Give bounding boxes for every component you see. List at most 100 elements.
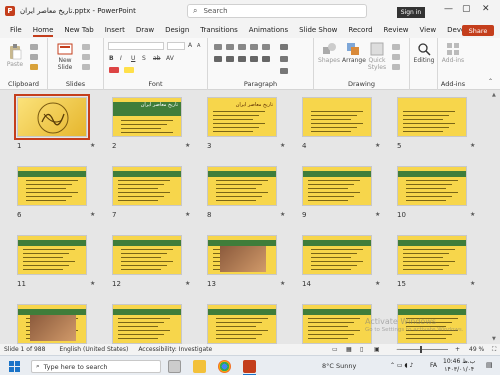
slide-thumbnail[interactable]: تاریخ معاصر ایران <box>112 97 182 137</box>
search-box[interactable]: ⌕ Search <box>187 4 367 18</box>
editing-button[interactable]: Editing <box>412 42 436 64</box>
transition-star-icon[interactable]: ★ <box>375 211 380 218</box>
notification-icon[interactable]: ▤ <box>486 361 493 369</box>
slide-thumbnail[interactable] <box>207 304 277 344</box>
menu-draw[interactable]: Draw <box>136 26 154 34</box>
underline-button[interactable]: U <box>131 55 135 62</box>
numbering-icon[interactable] <box>226 44 234 50</box>
transition-star-icon[interactable]: ★ <box>470 142 475 149</box>
slide-thumbnail[interactable] <box>302 97 372 137</box>
slide-thumbnail[interactable] <box>112 166 182 206</box>
bold-button[interactable]: B <box>109 55 114 62</box>
scroll-up-icon[interactable]: ▲ <box>492 92 496 98</box>
taskbar-search[interactable]: ⌕ Type here to search <box>31 360 161 373</box>
highlight-icon[interactable] <box>124 67 134 73</box>
font-size-combo[interactable] <box>167 42 185 50</box>
font-name-combo[interactable] <box>108 42 164 50</box>
char-spacing-button[interactable]: AV <box>166 55 174 62</box>
transition-star-icon[interactable]: ★ <box>280 280 285 287</box>
zoom-level[interactable]: 49 % <box>469 346 484 353</box>
menu-review[interactable]: Review <box>384 26 409 34</box>
powerpoint-taskbar-icon[interactable] <box>243 360 256 373</box>
zoom-slider-thumb[interactable] <box>420 346 422 353</box>
transition-star-icon[interactable]: ★ <box>375 142 380 149</box>
shapes-button[interactable]: Shapes <box>318 42 340 64</box>
reading-view-icon[interactable]: ▯ <box>360 346 363 353</box>
transition-star-icon[interactable]: ★ <box>280 142 285 149</box>
slide-thumbnail[interactable] <box>17 235 87 275</box>
reset-icon[interactable] <box>82 54 90 60</box>
zoom-in-icon[interactable]: + <box>455 346 460 353</box>
copy-icon[interactable] <box>30 54 38 60</box>
line-spacing-icon[interactable] <box>262 44 270 50</box>
menu-view[interactable]: View <box>420 26 437 34</box>
increase-indent-icon[interactable] <box>250 44 258 50</box>
fit-window-icon[interactable]: ⛶ <box>492 346 496 354</box>
menu-insert[interactable]: Insert <box>105 26 125 34</box>
accessibility-status[interactable]: Accessibility: Investigate <box>138 346 212 353</box>
transition-star-icon[interactable]: ★ <box>90 280 95 287</box>
keyboard-language[interactable]: FA <box>430 362 437 369</box>
strikethrough-button[interactable]: S <box>142 55 146 62</box>
justify-icon[interactable] <box>250 56 258 62</box>
slide-thumbnail[interactable] <box>397 235 467 275</box>
file-explorer-icon[interactable] <box>193 360 206 373</box>
smartart-icon[interactable] <box>280 68 288 74</box>
slide-thumbnail[interactable] <box>17 304 87 344</box>
shape-effects-icon[interactable] <box>392 64 400 70</box>
transition-star-icon[interactable]: ★ <box>90 142 95 149</box>
strike-ab-button[interactable]: ab <box>153 55 161 62</box>
language-status[interactable]: English (United States) <box>59 346 128 353</box>
menu-design[interactable]: Design <box>165 26 189 34</box>
clock[interactable]: 10:46 ب.ظ ۱۴۰۳/۰۱/۰۴ <box>443 358 475 374</box>
slide-thumbnail[interactable] <box>397 97 467 137</box>
maximize-button[interactable]: ▢ <box>462 4 471 14</box>
slide-thumbnail[interactable] <box>397 166 467 206</box>
font-color-icon[interactable] <box>109 67 119 73</box>
layout-icon[interactable] <box>82 44 90 50</box>
quick-styles-button[interactable]: Quick Styles <box>366 42 388 71</box>
transition-star-icon[interactable]: ★ <box>470 211 475 218</box>
vertical-scrollbar[interactable]: ▲ ▼ <box>492 92 498 342</box>
menu-home[interactable]: Home <box>32 26 53 37</box>
menu-new-tab[interactable]: New Tab <box>64 26 93 34</box>
cut-icon[interactable] <box>30 44 38 50</box>
sign-in-button[interactable]: Sign in <box>397 7 425 18</box>
zoom-slider[interactable] <box>400 349 448 350</box>
shrink-font-button[interactable]: A <box>197 43 200 49</box>
slide-thumbnail[interactable]: تاریخ معاصر ایران <box>207 97 277 137</box>
menu-animations[interactable]: Animations <box>249 26 288 34</box>
arrange-button[interactable]: Arrange <box>342 42 366 64</box>
align-right-icon[interactable] <box>238 56 246 62</box>
transition-star-icon[interactable]: ★ <box>185 280 190 287</box>
grow-font-button[interactable]: A <box>188 42 192 49</box>
align-left-icon[interactable] <box>214 56 222 62</box>
slide-thumbnail[interactable] <box>207 235 277 275</box>
italic-button[interactable]: I <box>120 55 122 62</box>
slide-thumbnail[interactable] <box>302 235 372 275</box>
addins-button[interactable]: Add-ins <box>441 42 465 64</box>
new-slide-button[interactable]: New Slide <box>54 42 76 71</box>
transition-star-icon[interactable]: ★ <box>90 211 95 218</box>
align-center-icon[interactable] <box>226 56 234 62</box>
close-button[interactable]: ✕ <box>482 4 490 14</box>
section-icon[interactable] <box>82 64 90 70</box>
menu-record[interactable]: Record <box>348 26 372 34</box>
transition-star-icon[interactable]: ★ <box>470 280 475 287</box>
chrome-icon[interactable] <box>218 360 231 373</box>
slide-thumbnail[interactable] <box>302 166 372 206</box>
align-text-icon[interactable] <box>280 56 288 62</box>
bullets-icon[interactable] <box>214 44 222 50</box>
transition-star-icon[interactable]: ★ <box>185 142 190 149</box>
weather-widget[interactable]: 8°C Sunny <box>322 362 356 370</box>
transition-star-icon[interactable]: ★ <box>280 211 285 218</box>
transition-star-icon[interactable]: ★ <box>185 211 190 218</box>
shape-outline-icon[interactable] <box>392 54 400 60</box>
normal-view-icon[interactable]: ▭ <box>332 346 338 353</box>
task-view-icon[interactable] <box>168 360 181 373</box>
menu-file[interactable]: File <box>10 26 22 34</box>
minimize-button[interactable]: — <box>444 4 453 14</box>
paste-button[interactable]: Paste <box>6 44 24 68</box>
shape-fill-icon[interactable] <box>392 44 400 50</box>
transition-star-icon[interactable]: ★ <box>375 280 380 287</box>
